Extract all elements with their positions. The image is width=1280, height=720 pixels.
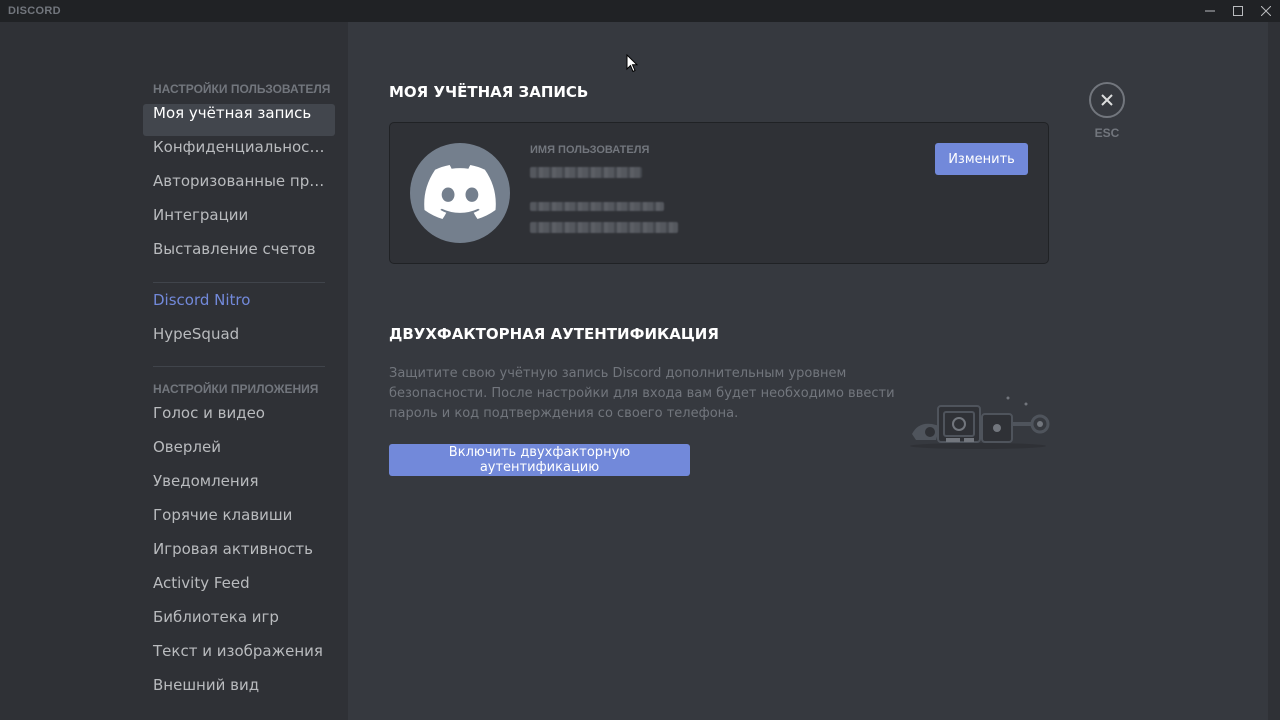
close-icon — [1261, 6, 1271, 16]
safe-illustration-icon — [910, 396, 1050, 449]
avatar[interactable] — [410, 143, 510, 243]
username-label: ИМЯ ПОЛЬЗОВАТЕЛЯ — [530, 144, 650, 156]
sidebar-item-authorized-apps[interactable]: Авторизованные приложения — [143, 172, 335, 204]
minimize-icon — [1205, 10, 1215, 12]
email-value — [530, 222, 678, 233]
enable-two-factor-button[interactable]: Включить двухфакторную аутентификацию — [389, 444, 690, 476]
sidebar-item-voice-video[interactable]: Голос и видео — [143, 404, 335, 436]
sidebar-item-nitro[interactable]: Discord Nitro — [143, 291, 335, 323]
sidebar-item-game-library[interactable]: Библиотека игр — [143, 608, 335, 640]
discord-logo-icon — [424, 165, 496, 219]
edit-account-button[interactable]: Изменить — [935, 143, 1028, 175]
two-factor-title: ДВУХФАКТОРНАЯ АУТЕНТИФИКАЦИЯ — [389, 325, 719, 343]
esc-label: ESC — [1094, 126, 1120, 140]
account-title: МОЯ УЧЁТНАЯ ЗАПИСЬ — [389, 83, 589, 101]
close-settings-button[interactable] — [1089, 82, 1125, 118]
settings-sidebar: НАСТРОЙКИ ПОЛЬЗОВАТЕЛЯ Моя учётная запис… — [0, 22, 348, 720]
title-bar: DISCORD — [0, 0, 1280, 22]
maximize-button[interactable] — [1224, 0, 1252, 22]
sidebar-item-privacy[interactable]: Конфиденциальность — [143, 138, 335, 170]
user-settings-header: НАСТРОЙКИ ПОЛЬЗОВАТЕЛЯ — [153, 82, 331, 96]
close-icon — [1101, 94, 1113, 106]
sidebar-item-appearance[interactable]: Внешний вид — [143, 676, 335, 708]
sidebar-item-keybinds[interactable]: Горячие клавиши — [143, 506, 335, 538]
window-close-button[interactable] — [1252, 0, 1280, 22]
sidebar-item-hypesquad[interactable]: HypeSquad — [143, 325, 335, 357]
maximize-icon — [1233, 6, 1243, 16]
minimize-button[interactable] — [1196, 0, 1224, 22]
close-settings[interactable]: ESC — [1089, 82, 1125, 140]
sidebar-item-overlay[interactable]: Оверлей — [143, 438, 335, 470]
scrollbar[interactable] — [1268, 22, 1280, 720]
account-card: ИМЯ ПОЛЬЗОВАТЕЛЯ Изменить — [389, 122, 1049, 264]
username-value — [530, 167, 642, 178]
sidebar-divider — [153, 366, 325, 367]
app-settings-header: НАСТРОЙКИ ПРИЛОЖЕНИЯ — [153, 382, 319, 396]
sidebar-item-activity-feed[interactable]: Activity Feed — [143, 574, 335, 606]
sidebar-item-billing[interactable]: Выставление счетов — [143, 240, 335, 272]
sidebar-item-notifications[interactable]: Уведомления — [143, 472, 335, 504]
sidebar-item-game-activity[interactable]: Игровая активность — [143, 540, 335, 572]
settings-content: МОЯ УЧЁТНАЯ ЗАПИСЬ ИМЯ ПОЛЬЗОВАТЕЛЯ Изме… — [348, 22, 1268, 720]
sidebar-item-my-account[interactable]: Моя учётная запись — [143, 104, 335, 136]
sidebar-divider — [153, 282, 325, 283]
sidebar-item-integrations[interactable]: Интеграции — [143, 206, 335, 238]
app-logo: DISCORD — [8, 5, 61, 17]
mouse-cursor-icon — [626, 54, 638, 73]
sidebar-item-text-images[interactable]: Текст и изображения — [143, 642, 335, 674]
two-factor-description: Защитите свою учётную запись Discord доп… — [389, 366, 895, 421]
email-label — [530, 202, 664, 211]
